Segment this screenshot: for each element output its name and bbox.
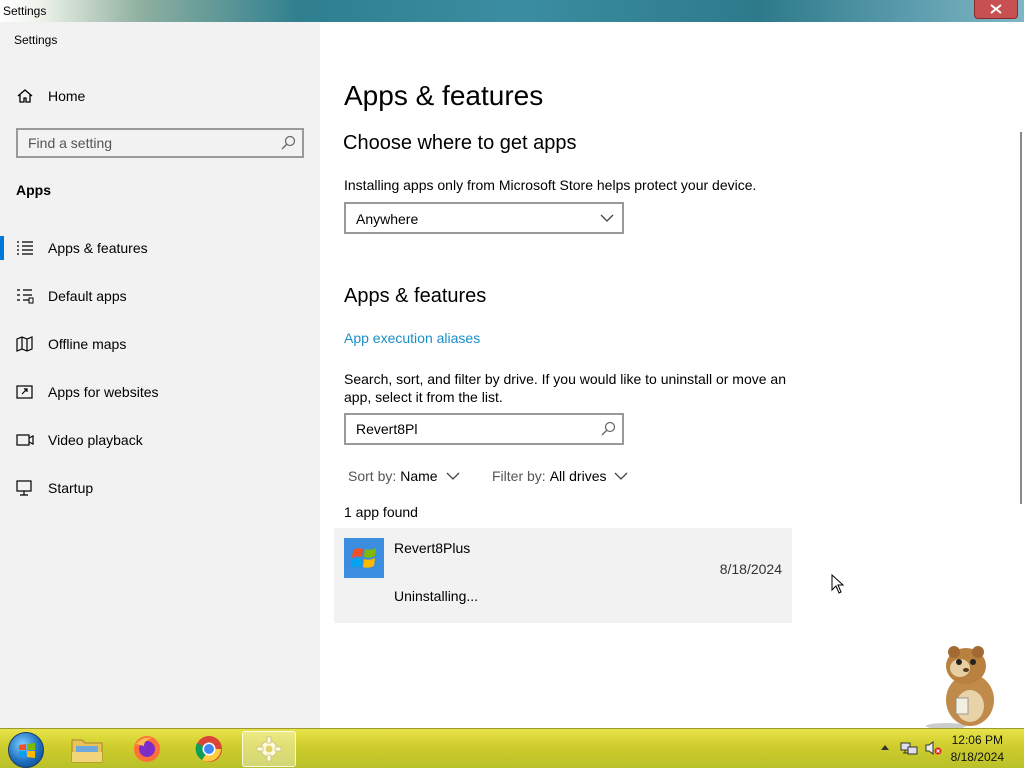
- find-setting-input[interactable]: [28, 135, 268, 151]
- windows-logo-icon: [19, 743, 35, 758]
- scrollbar[interactable]: [1020, 132, 1022, 504]
- settings-icon: [256, 736, 282, 762]
- sidebar-item-label: Offline maps: [48, 336, 127, 352]
- list-item[interactable]: Revert8Plus 8/18/2024 Uninstalling...: [334, 528, 792, 623]
- app-date: 8/18/2024: [719, 561, 782, 577]
- features-heading: Apps & features: [344, 285, 487, 307]
- nav-home-label: Home: [48, 88, 86, 104]
- chevron-down-icon: [615, 472, 628, 480]
- section-title: Apps: [16, 182, 51, 198]
- sidebar-item-apps-for-websites[interactable]: Apps for websites: [0, 374, 320, 410]
- sidebar-item-default-apps[interactable]: Default apps: [0, 278, 320, 314]
- offline-maps-icon: [16, 336, 33, 352]
- choose-heading: Choose where to get apps: [343, 132, 577, 154]
- sort-by-label: Sort by:: [348, 468, 397, 484]
- app-search-input[interactable]: [356, 421, 586, 437]
- sidebar-item-video-playback[interactable]: Video playback: [0, 422, 320, 458]
- sidebar-item-apps-features[interactable]: Apps & features: [0, 230, 320, 266]
- choose-description: Installing apps only from Microsoft Stor…: [344, 177, 757, 193]
- apps-for-websites-icon: [16, 385, 33, 399]
- sidebar: Settings Home Apps Apps & features Defau…: [0, 22, 320, 728]
- clock-date: 8/18/2024: [950, 750, 1004, 764]
- taskbar-firefox[interactable]: [120, 731, 174, 767]
- nav-home[interactable]: Home: [0, 82, 320, 110]
- video-playback-icon: [16, 434, 34, 446]
- sidebar-item-label: Startup: [48, 480, 94, 496]
- default-apps-icon: [17, 289, 34, 304]
- sidebar-item-label: Video playback: [48, 432, 143, 448]
- network-icon[interactable]: [900, 739, 918, 757]
- window-title: Settings: [3, 4, 47, 18]
- search-icon: [281, 135, 296, 150]
- sidebar-item-label: Apps & features: [48, 240, 148, 256]
- filter-by-value: All drives: [549, 468, 607, 484]
- app-execution-aliases-link[interactable]: App execution aliases: [344, 330, 480, 346]
- main-content: Apps & features Choose where to get apps…: [320, 22, 1024, 728]
- taskbar-file-explorer[interactable]: [60, 731, 114, 767]
- chevron-down-icon: [600, 214, 614, 222]
- chrome-icon: [195, 736, 222, 762]
- taskbar-settings[interactable]: [242, 731, 296, 767]
- close-button[interactable]: [974, 0, 1018, 19]
- app-source-dropdown[interactable]: Anywhere: [344, 202, 624, 234]
- sidebar-item-startup[interactable]: Startup: [0, 470, 320, 506]
- taskbar: 12:06 PM 8/18/2024: [0, 728, 1024, 768]
- file-explorer-icon: [71, 739, 103, 763]
- search-icon: [601, 421, 616, 436]
- start-button[interactable]: [8, 732, 44, 768]
- title-bar: Settings: [0, 0, 1024, 22]
- apps-features-icon: [17, 241, 33, 255]
- taskbar-chrome[interactable]: [182, 731, 236, 767]
- search-description: Search, sort, and filter by drive. If yo…: [344, 371, 786, 405]
- sort-by-dropdown[interactable]: Sort by: Name: [348, 468, 460, 484]
- find-setting-search[interactable]: [16, 128, 304, 158]
- active-indicator: [0, 236, 4, 260]
- app-label: Settings: [14, 33, 58, 47]
- sidebar-item-label: Apps for websites: [48, 384, 159, 400]
- startup-icon: [16, 480, 32, 496]
- firefox-icon: [134, 736, 160, 762]
- clock-time: 12:06 PM: [951, 733, 1003, 747]
- app-source-value: Anywhere: [356, 211, 419, 227]
- app-status: Uninstalling...: [394, 588, 479, 604]
- app-count: 1 app found: [344, 504, 418, 520]
- windows-logo-icon: [344, 538, 384, 578]
- page-title: Apps & features: [344, 80, 544, 111]
- sidebar-item-offline-maps[interactable]: Offline maps: [0, 326, 320, 362]
- volume-muted-icon[interactable]: [924, 739, 942, 757]
- chevron-down-icon: [446, 472, 460, 480]
- hamster-mascot-icon: [926, 646, 994, 728]
- filter-by-label: Filter by:: [492, 468, 546, 484]
- clock[interactable]: 12:06 PM 8/18/2024: [951, 732, 1004, 766]
- sidebar-item-label: Default apps: [48, 288, 127, 304]
- app-search-box[interactable]: [344, 413, 624, 445]
- app-name: Revert8Plus: [394, 540, 471, 556]
- mouse-cursor-icon: [831, 574, 845, 594]
- chevron-up-icon[interactable]: [880, 743, 890, 751]
- close-icon: [990, 4, 1002, 14]
- sort-by-value: Name: [400, 468, 438, 484]
- filter-by-dropdown[interactable]: Filter by: All drives: [492, 468, 628, 484]
- home-icon: [17, 89, 33, 103]
